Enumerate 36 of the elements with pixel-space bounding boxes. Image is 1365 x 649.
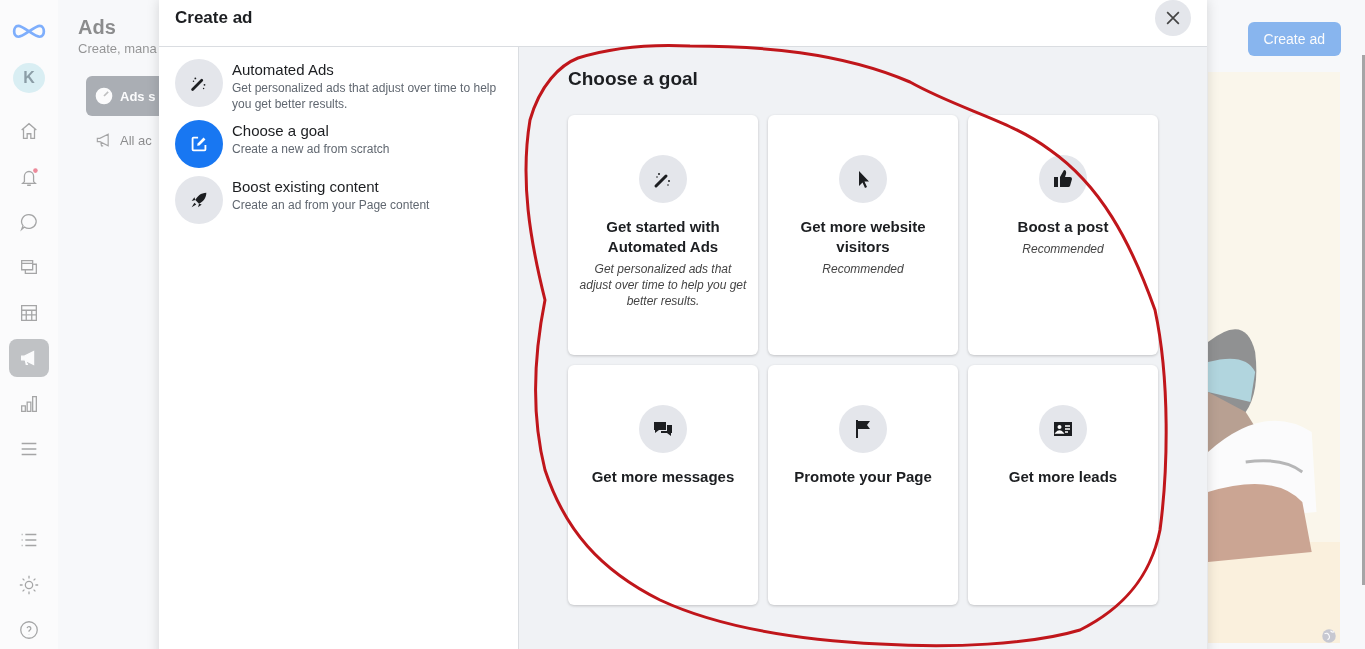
goal-card[interactable]: Get more leads xyxy=(968,365,1158,605)
option-description: Create an ad from your Page content xyxy=(232,197,430,213)
goal-card[interactable]: Get started with Automated Ads Get personalized ads that adjust over time to help you get better results. xyxy=(568,115,758,355)
option-description: Create a new ad from scratch xyxy=(232,141,390,157)
goal-title: Boost a post xyxy=(1017,217,1109,237)
meta-logo-icon xyxy=(11,22,47,41)
goal-card[interactable]: Get more messages xyxy=(568,365,758,605)
goal-title: Get more leads xyxy=(1008,467,1118,487)
gauge-icon xyxy=(94,86,114,106)
dialog-title: Create ad xyxy=(175,8,253,28)
goal-subtitle: Recommended xyxy=(1022,241,1104,257)
option-item[interactable]: Automated Ads Get personalized ads that adjust over time to help you get better results. xyxy=(175,59,502,112)
settings-icon xyxy=(18,574,40,596)
option-description: Get personalized ads that adjust over time to help you get better results. xyxy=(232,80,498,112)
rail-item[interactable] xyxy=(9,339,49,377)
option-title: Boost existing content xyxy=(232,178,380,195)
close-button[interactable] xyxy=(1155,0,1191,36)
section-heading: Choose a goal xyxy=(568,68,699,90)
help-icon xyxy=(18,619,40,642)
goal-title: Promote your Page xyxy=(794,467,932,487)
option-title: Automated Ads xyxy=(232,61,335,78)
option-item[interactable]: Boost existing content Create an ad from your Page content xyxy=(175,176,502,224)
scrollbar[interactable] xyxy=(1362,55,1365,585)
page-subtitle: Create, mana xyxy=(78,41,157,56)
goal-title: Get more messages xyxy=(591,467,735,487)
goal-card[interactable]: Boost a post Recommended xyxy=(968,115,1158,355)
page-title: Ads xyxy=(78,16,117,39)
goal-card[interactable]: Promote your Page xyxy=(768,365,958,605)
goal-title: Get more website visitors xyxy=(799,217,927,257)
goal-subtitle: Recommended xyxy=(822,261,904,277)
goal-title: Get started with Automated Ads xyxy=(605,217,721,257)
option-item[interactable]: Choose a goal Create a new ad from scratch xyxy=(175,120,502,168)
chat-bubble-icon xyxy=(18,211,40,233)
goal-card[interactable]: Get more website visitors Recommended xyxy=(768,115,958,355)
option-title: Choose a goal xyxy=(232,122,330,139)
goal-subtitle: Get personalized ads that adjust over time to help you get better results. xyxy=(578,261,748,309)
